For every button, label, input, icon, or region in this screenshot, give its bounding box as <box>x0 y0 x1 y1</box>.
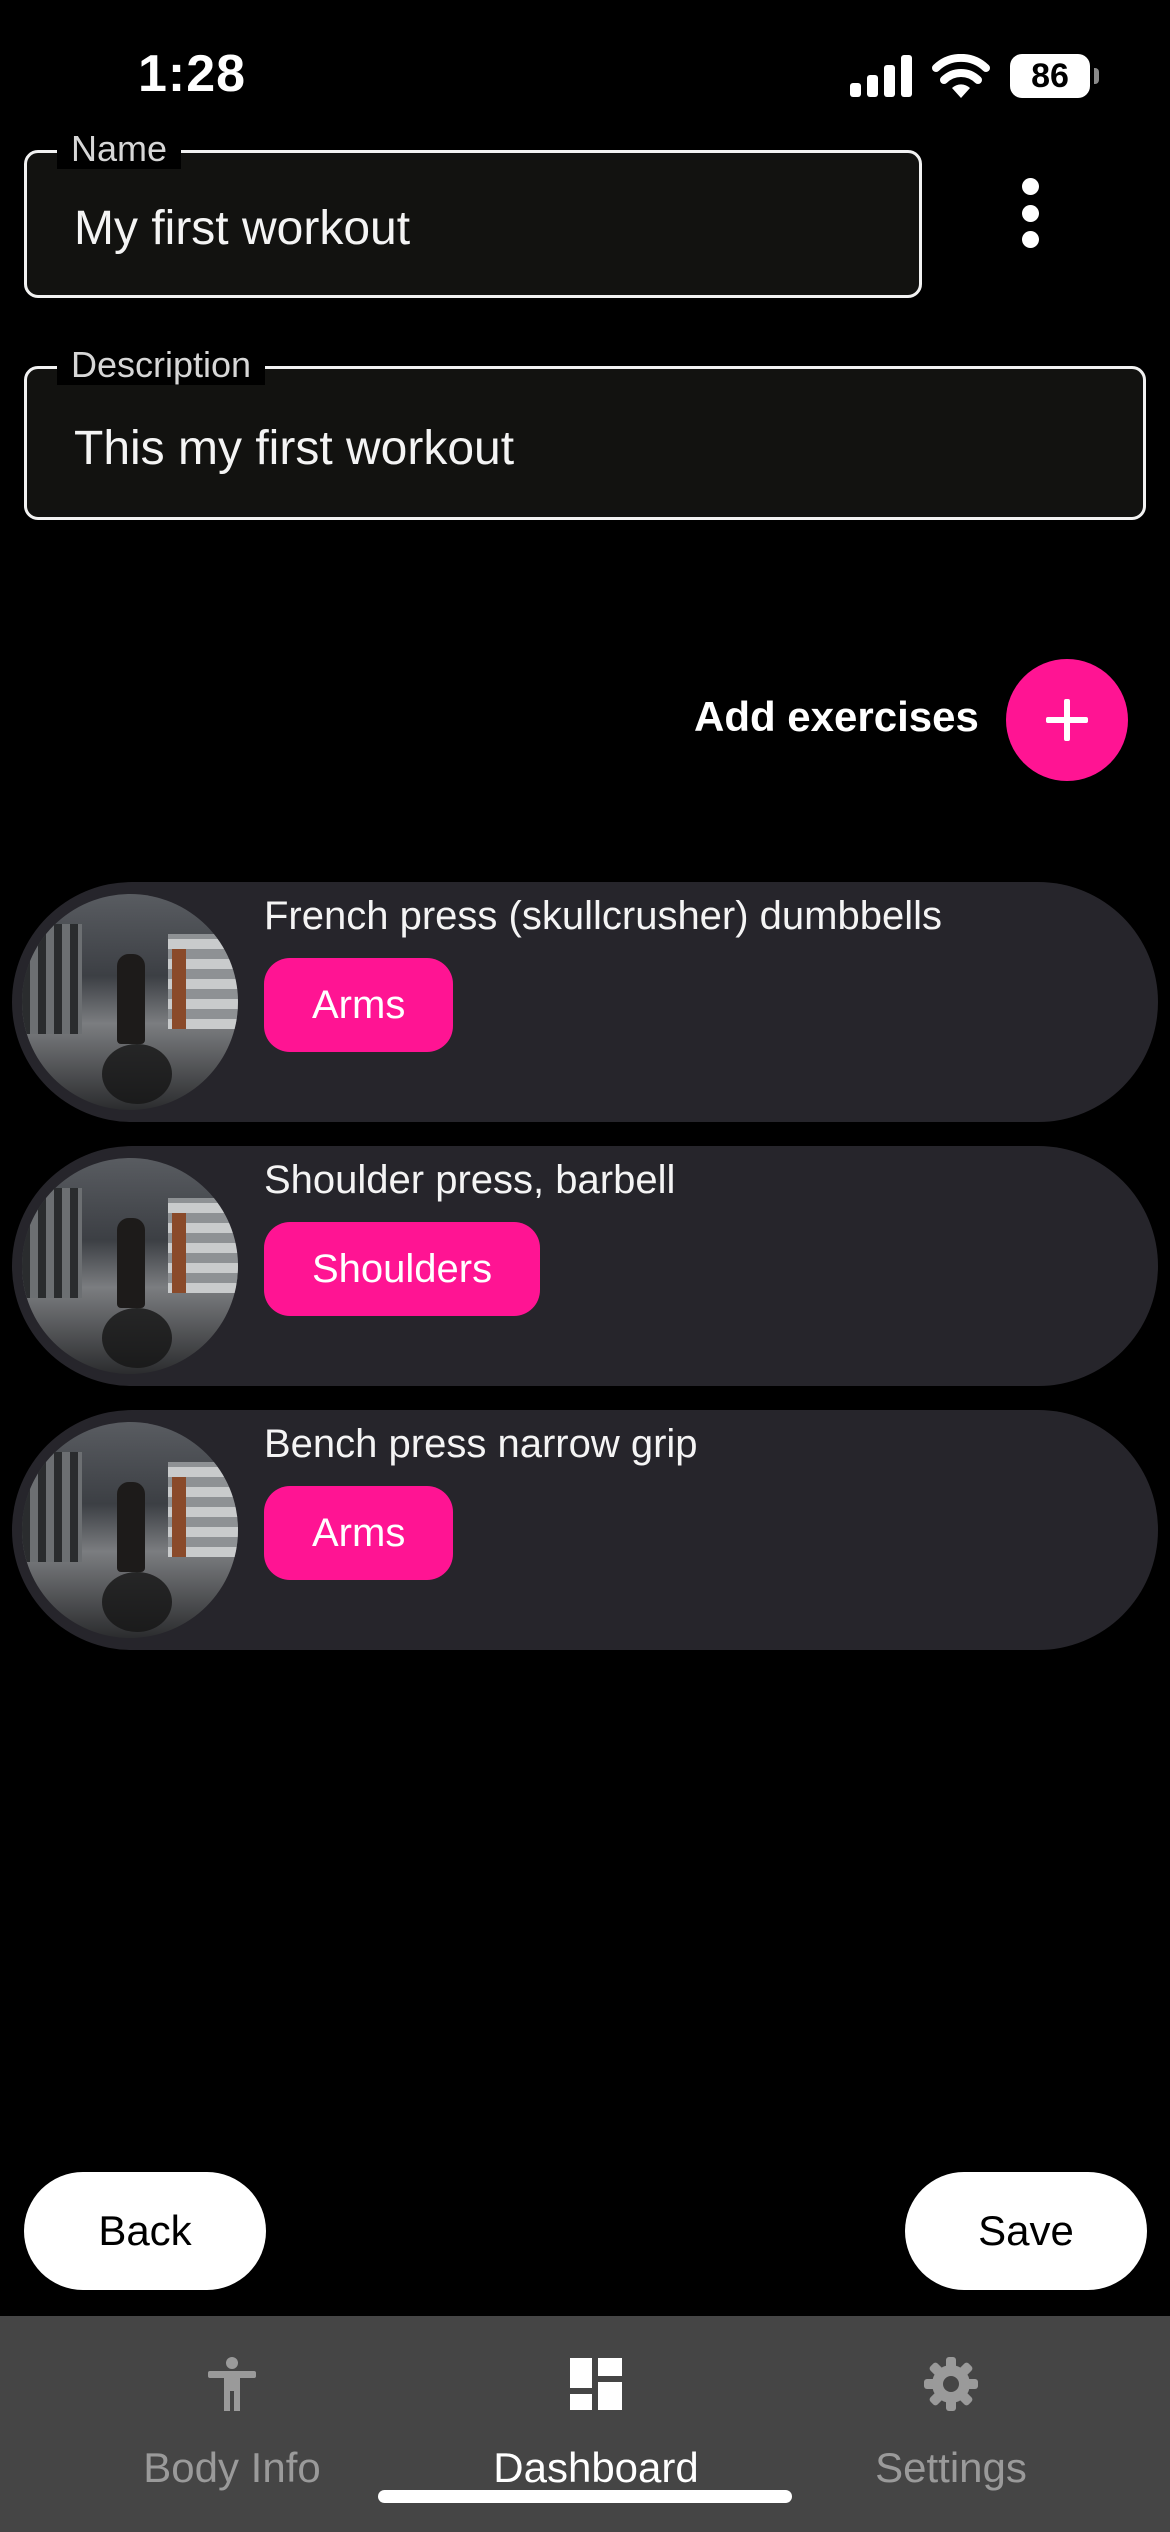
description-field-label: Description <box>57 345 266 385</box>
more-vertical-icon-dot <box>1021 204 1039 222</box>
exercise-card[interactable]: French press (skullcrusher) dumbbells Ar… <box>12 882 1158 1122</box>
more-vertical-icon-dot <box>1021 231 1039 248</box>
more-vertical-icon <box>1021 178 1039 195</box>
exercise-thumbnail <box>22 894 238 1110</box>
dashboard-icon <box>570 2358 622 2410</box>
status-bar: 1:28 86 <box>0 0 1170 150</box>
nav-item-settings[interactable]: Settings <box>801 2316 1101 2532</box>
exercise-list: French press (skullcrusher) dumbbells Ar… <box>12 882 1158 1674</box>
nav-label: Body Info <box>143 2444 321 2491</box>
description-field[interactable]: Description This my first workout <box>24 345 1146 520</box>
signal-icon <box>850 55 912 97</box>
muscle-group-chip: Shoulders <box>264 1222 541 1316</box>
more-options-button[interactable] <box>1000 178 1060 248</box>
back-button[interactable]: Back <box>24 2172 266 2290</box>
battery-icon: 86 <box>1010 54 1099 98</box>
nav-label: Dashboard <box>493 2444 699 2491</box>
status-time: 1:28 <box>138 45 247 103</box>
add-exercise-button[interactable] <box>1006 659 1128 781</box>
muscle-group-chip: Arms <box>264 1486 454 1580</box>
exercise-thumbnail <box>22 1158 238 1374</box>
save-button[interactable]: Save <box>905 2172 1147 2290</box>
muscle-group-chip: Arms <box>264 958 454 1052</box>
description-field-value[interactable]: This my first workout <box>74 421 514 476</box>
status-icons: 86 <box>850 54 1099 98</box>
nav-label: Settings <box>875 2444 1027 2491</box>
exercise-name: Shoulder press, barbell <box>264 1158 676 1202</box>
add-exercises-label: Add exercises <box>694 693 979 740</box>
exercise-card[interactable]: Shoulder press, barbell Shoulders <box>12 1146 1158 1386</box>
name-field-label: Name <box>57 129 182 169</box>
gear-icon <box>924 2357 978 2411</box>
wifi-icon <box>932 54 990 98</box>
exercise-name: French press (skullcrusher) dumbbells <box>264 894 943 938</box>
name-field[interactable]: Name My first workout <box>24 129 922 298</box>
exercise-card[interactable]: Bench press narrow grip Arms <box>12 1410 1158 1650</box>
home-indicator <box>378 2490 792 2503</box>
exercise-name: Bench press narrow grip <box>264 1422 698 1466</box>
person-icon <box>208 2357 256 2411</box>
name-field-value[interactable]: My first workout <box>74 201 410 256</box>
nav-item-body-info[interactable]: Body Info <box>82 2316 382 2532</box>
exercise-thumbnail <box>22 1422 238 1638</box>
